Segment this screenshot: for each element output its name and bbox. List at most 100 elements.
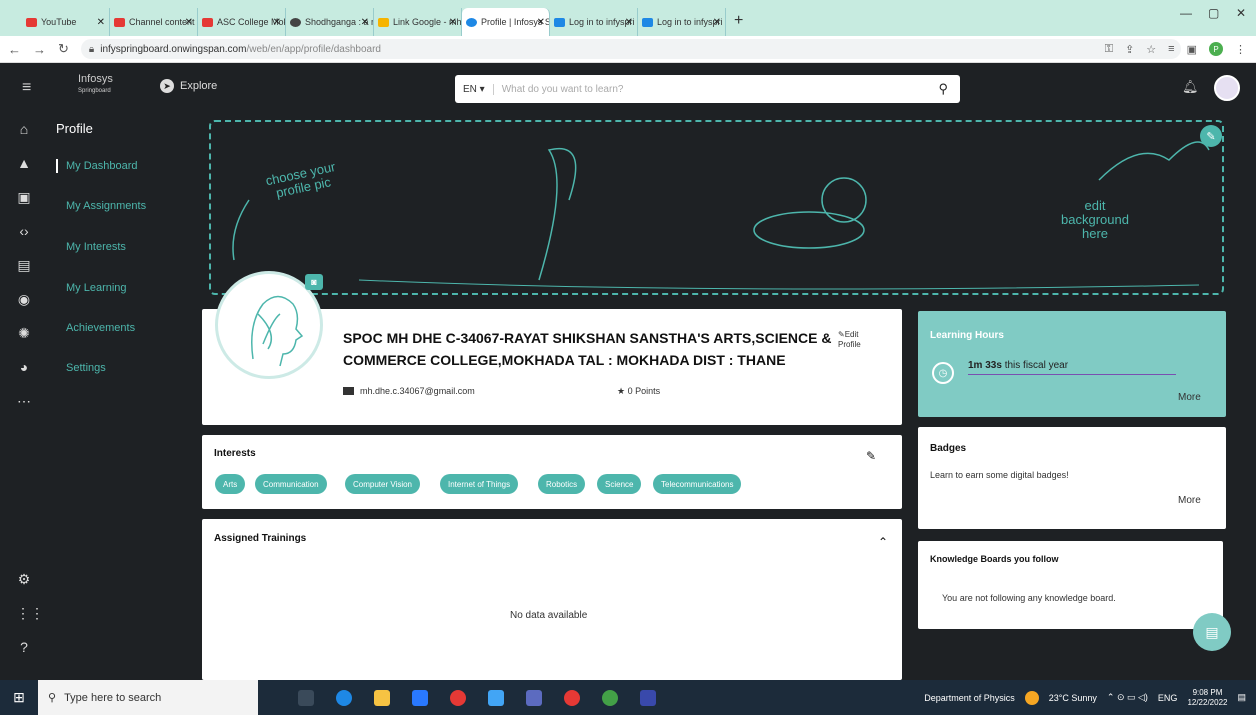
sidebar-item-learning[interactable]: My Learning — [66, 282, 127, 294]
browser-tab[interactable]: Channel content - ✕ — [110, 8, 198, 36]
chrome-icon[interactable] — [564, 689, 580, 706]
target-icon[interactable]: ◉ — [16, 291, 32, 308]
knowledge-title: Knowledge Boards you follow — [930, 554, 1059, 564]
restore-button[interactable]: ▢ — [1208, 6, 1219, 20]
chrome-icon[interactable] — [450, 689, 466, 706]
toolbar-label[interactable]: Department of Physics — [924, 693, 1015, 703]
sidebar-item-settings[interactable]: Settings — [66, 362, 106, 374]
forward-arrow-icon[interactable]: → — [33, 42, 46, 57]
pencil-icon[interactable]: ✎ — [866, 449, 876, 463]
help-icon[interactable]: ? — [16, 639, 32, 655]
user-avatar[interactable] — [1214, 75, 1240, 101]
user-circle-icon[interactable]: ◕ — [16, 359, 32, 375]
learning-more-link[interactable]: More — [1178, 392, 1201, 403]
app-icon[interactable] — [640, 689, 656, 706]
interest-chip[interactable]: Science — [597, 474, 642, 494]
reload-icon[interactable]: ↻ — [58, 41, 69, 57]
language-select[interactable]: EN ▾ — [463, 83, 494, 95]
task-view-icon[interactable] — [298, 689, 314, 706]
search-icon[interactable]: ⚲ — [938, 81, 948, 97]
interest-chip[interactable]: Internet of Things — [440, 474, 519, 494]
head-silhouette-icon — [251, 295, 304, 367]
edit-profile-label-2: Profile — [838, 340, 861, 349]
interest-chip[interactable]: Telecommunications — [653, 474, 742, 494]
browser-tab[interactable]: YouTube ✕ — [22, 8, 110, 36]
code-icon[interactable]: ‹› — [16, 223, 32, 239]
infosys-logo[interactable]: Infosys Springboard — [78, 73, 126, 99]
sidebar-item-achievements[interactable]: Achievements — [66, 322, 135, 334]
learning-hours-value: 1m 33s this fiscal year — [968, 360, 1176, 375]
interest-chip[interactable]: Robotics — [538, 474, 586, 494]
camera-icon[interactable]: ◙ — [305, 274, 323, 290]
sidepanel-icon[interactable]: ▣ — [1187, 43, 1197, 56]
browser-tab[interactable]: Log in to infyspri ✕ — [638, 8, 726, 36]
star-icon[interactable]: ☆ — [1146, 43, 1156, 56]
tray-icons[interactable]: ⌃ ⊙ ▭ ◁) — [1107, 692, 1148, 703]
sidebar-item-interests[interactable]: My Interests — [66, 241, 126, 253]
network-icon[interactable]: ✺ — [16, 325, 32, 342]
close-window-button[interactable]: ✕ — [1236, 6, 1246, 20]
language-indicator[interactable]: ENG — [1158, 693, 1178, 703]
menu-icon[interactable]: ⋮ — [1235, 43, 1246, 56]
close-tab-icon[interactable]: ✕ — [273, 17, 281, 28]
more-icon[interactable]: ⋯ — [16, 393, 32, 410]
close-tab-icon[interactable]: ✕ — [361, 17, 369, 28]
close-tab-icon[interactable]: ✕ — [185, 17, 193, 28]
chat-icon[interactable]: ▤ — [16, 257, 32, 274]
sun-icon — [1024, 690, 1039, 705]
sidebar-item-assignments[interactable]: My Assignments — [66, 200, 146, 212]
arrow-up-icon[interactable]: ▲ — [16, 155, 32, 171]
clock[interactable]: 9:08 PM 12/22/2022 — [1187, 688, 1227, 708]
app-root: ≡ Infosys Springboard ➤ Explore EN ▾ What … — [0, 63, 1256, 680]
new-tab-button[interactable]: + — [734, 12, 743, 30]
close-tab-icon[interactable]: ✕ — [625, 17, 633, 28]
hamburger-icon[interactable]: ≡ — [22, 79, 31, 97]
app-icon[interactable] — [488, 689, 504, 706]
sidebar-item-dashboard[interactable]: My Dashboard — [66, 160, 138, 172]
windows-start-icon[interactable]: ⊞ — [0, 689, 38, 706]
apps-grid-icon[interactable]: ⋮⋮ — [16, 605, 44, 622]
edge-icon[interactable] — [336, 689, 352, 706]
app-icon[interactable] — [526, 689, 542, 706]
interest-chip[interactable]: Arts — [215, 474, 246, 494]
gear-icon[interactable]: ⚙ — [16, 571, 32, 588]
store-icon[interactable] — [412, 689, 428, 706]
chrome-icon[interactable] — [602, 689, 618, 706]
browser-tab[interactable]: Link Google - mh ✕ — [374, 8, 462, 36]
assigned-trainings-card — [202, 519, 902, 680]
key-icon[interactable]: ⚿ — [1105, 43, 1113, 56]
close-tab-icon[interactable]: ✕ — [537, 17, 545, 28]
interest-chip[interactable]: Communication — [255, 474, 327, 494]
back-arrow-icon[interactable]: ← — [8, 42, 21, 57]
home-icon[interactable]: ⌂ — [16, 121, 32, 137]
chevron-up-icon[interactable]: ⌃ — [878, 535, 888, 549]
share-icon[interactable]: ⇪ — [1125, 43, 1134, 56]
badges-more-link[interactable]: More — [1178, 495, 1201, 506]
minimize-button[interactable]: — — [1180, 6, 1192, 20]
chat-fab-button[interactable]: ▤ — [1193, 613, 1231, 651]
url-input[interactable]: 🔒︎ infyspringboard.onwingspan.com/web/en… — [80, 39, 1181, 59]
reading-list-icon[interactable]: ≡ — [1168, 43, 1174, 55]
mail-icon — [343, 387, 354, 395]
profile-avatar[interactable]: P — [1209, 42, 1223, 56]
clock-time: 9:08 PM — [1192, 687, 1223, 697]
bell-icon[interactable]: 🔔︎ — [1182, 79, 1199, 95]
close-tab-icon[interactable]: ✕ — [713, 17, 721, 28]
search-input[interactable]: What do you want to learn? — [502, 84, 939, 95]
explore-button[interactable]: ➤ Explore — [160, 79, 217, 93]
close-tab-icon[interactable]: ✕ — [97, 17, 105, 28]
edit-background-button[interactable]: ✎ — [1200, 125, 1222, 147]
briefcase-icon[interactable]: ▣ — [16, 189, 32, 206]
taskbar-search[interactable]: ⚲ Type here to search — [38, 680, 258, 715]
browser-tab[interactable]: Shodhganga : a re ✕ — [286, 8, 374, 36]
weather-text[interactable]: 23°C Sunny — [1049, 693, 1097, 703]
notification-icon[interactable]: ▤ — [1237, 692, 1246, 703]
edit-bg-hint-line2: background — [1061, 212, 1129, 227]
browser-tab[interactable]: Log in to infyspri ✕ — [550, 8, 638, 36]
interest-chip[interactable]: Computer Vision — [345, 474, 420, 494]
edit-profile-button[interactable]: ✎Edit Profile — [838, 330, 861, 350]
browser-tab[interactable]: ASC College Mok ✕ — [198, 8, 286, 36]
browser-tab-active[interactable]: Profile | Infosys Sp ✕ — [462, 8, 550, 36]
file-explorer-icon[interactable] — [374, 689, 390, 706]
close-tab-icon[interactable]: ✕ — [449, 17, 457, 28]
